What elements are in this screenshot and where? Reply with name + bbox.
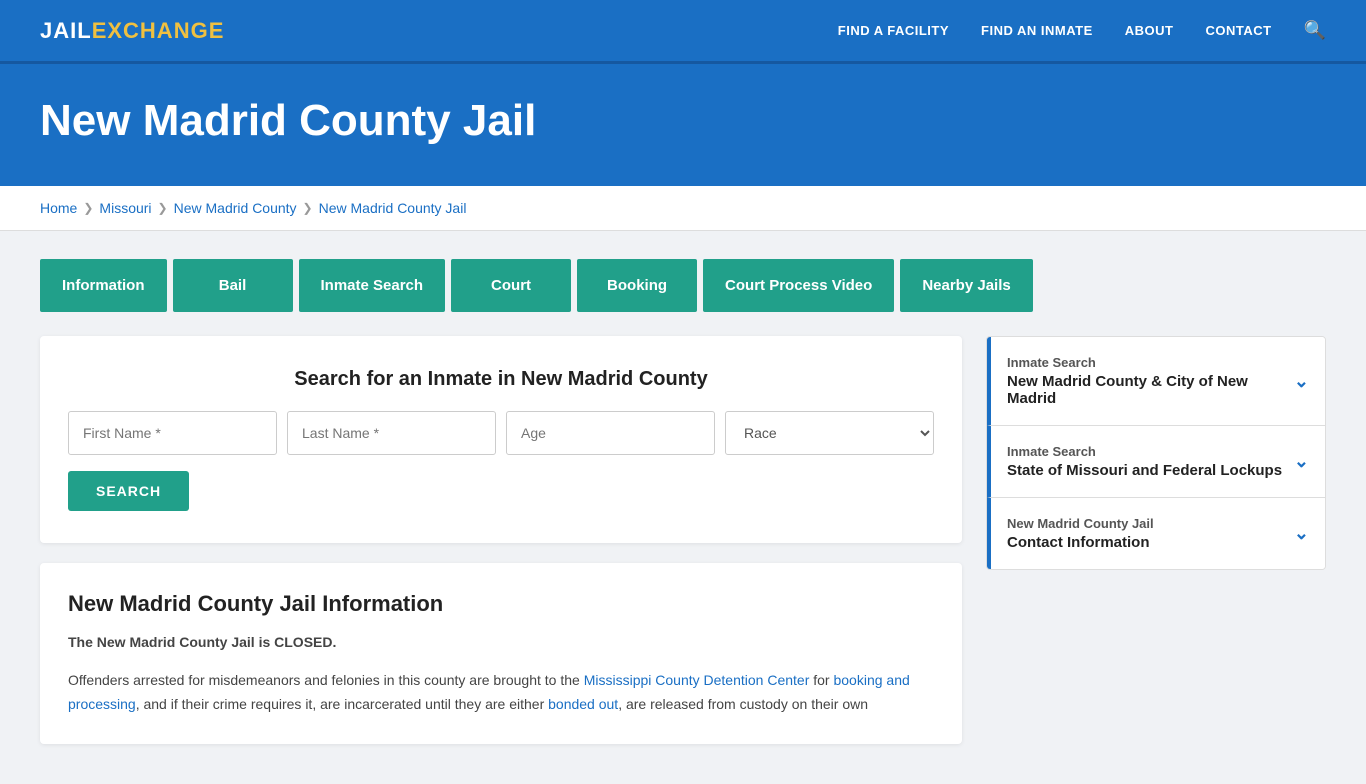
breadcrumb-sep-3: ❯	[303, 201, 313, 215]
chevron-down-icon-3: ⌄	[1294, 523, 1309, 544]
tab-nearby-jails[interactable]: Nearby Jails	[900, 259, 1032, 312]
tab-booking[interactable]: Booking	[577, 259, 697, 312]
logo-jail: JAIL	[40, 18, 92, 44]
info-card: New Madrid County Jail Information The N…	[40, 563, 962, 744]
right-item-sublabel-2: State of Missouri and Federal Lockups	[1007, 462, 1282, 479]
first-name-input[interactable]	[68, 411, 277, 455]
closed-notice: The New Madrid County Jail is CLOSED.	[68, 631, 934, 655]
search-icon[interactable]: 🔍	[1304, 20, 1326, 41]
navbar-links: FIND A FACILITY FIND AN INMATE ABOUT CON…	[838, 20, 1326, 41]
right-item-text-1: Inmate Search New Madrid County & City o…	[1007, 355, 1294, 407]
nav-contact[interactable]: CONTACT	[1205, 23, 1271, 38]
chevron-down-icon-2: ⌄	[1294, 451, 1309, 472]
search-fields: Race White Black Hispanic Asian Other	[68, 411, 934, 455]
info-body: Offenders arrested for misdemeanors and …	[68, 669, 934, 717]
search-heading: Search for an Inmate in New Madrid Count…	[68, 368, 934, 391]
nav-find-facility[interactable]: FIND A FACILITY	[838, 23, 949, 38]
right-item-label-2: Inmate Search	[1007, 444, 1282, 459]
race-select[interactable]: Race White Black Hispanic Asian Other	[725, 411, 934, 455]
right-item-inmate-search-local[interactable]: Inmate Search New Madrid County & City o…	[987, 337, 1325, 426]
tabs-bar: Information Bail Inmate Search Court Boo…	[0, 231, 1366, 312]
content-area: Search for an Inmate in New Madrid Count…	[0, 312, 1366, 784]
breadcrumb-county[interactable]: New Madrid County	[174, 200, 297, 216]
mississippi-county-link[interactable]: Mississippi County Detention Center	[584, 672, 810, 688]
breadcrumb-bar: Home ❯ Missouri ❯ New Madrid County ❯ Ne…	[0, 186, 1366, 231]
tab-inmate-search[interactable]: Inmate Search	[299, 259, 446, 312]
tab-court[interactable]: Court	[451, 259, 571, 312]
info-heading: New Madrid County Jail Information	[68, 591, 934, 617]
right-item-contact-info[interactable]: New Madrid County Jail Contact Informati…	[987, 498, 1325, 569]
tab-court-process-video[interactable]: Court Process Video	[703, 259, 894, 312]
right-item-label-3: New Madrid County Jail	[1007, 516, 1154, 531]
chevron-down-icon-1: ⌄	[1294, 371, 1309, 392]
breadcrumb-home[interactable]: Home	[40, 200, 77, 216]
breadcrumb-sep-1: ❯	[83, 201, 93, 215]
age-input[interactable]	[506, 411, 715, 455]
hero-section: New Madrid County Jail	[0, 64, 1366, 186]
site-logo[interactable]: JAIL EXCHANGE	[40, 18, 224, 44]
breadcrumb-sep-2: ❯	[158, 201, 168, 215]
left-panel: Search for an Inmate in New Madrid Count…	[40, 336, 962, 744]
last-name-input[interactable]	[287, 411, 496, 455]
logo-exchange: EXCHANGE	[92, 18, 225, 44]
breadcrumb-current: New Madrid County Jail	[319, 200, 467, 216]
right-item-sublabel-3: Contact Information	[1007, 534, 1154, 551]
breadcrumb: Home ❯ Missouri ❯ New Madrid County ❯ Ne…	[40, 200, 1326, 216]
bonded-out-link[interactable]: bonded out	[548, 696, 618, 712]
search-card: Search for an Inmate in New Madrid Count…	[40, 336, 962, 543]
navbar: JAIL EXCHANGE FIND A FACILITY FIND AN IN…	[0, 0, 1366, 64]
breadcrumb-missouri[interactable]: Missouri	[99, 200, 151, 216]
nav-find-inmate[interactable]: FIND AN INMATE	[981, 23, 1093, 38]
right-item-label-1: Inmate Search	[1007, 355, 1294, 370]
right-panel: Inmate Search New Madrid County & City o…	[986, 336, 1326, 570]
search-button[interactable]: SEARCH	[68, 471, 189, 511]
right-item-inmate-search-state[interactable]: Inmate Search State of Missouri and Fede…	[987, 426, 1325, 498]
nav-about[interactable]: ABOUT	[1125, 23, 1174, 38]
tab-information[interactable]: Information	[40, 259, 167, 312]
page-title: New Madrid County Jail	[40, 96, 1326, 146]
right-item-sublabel-1: New Madrid County & City of New Madrid	[1007, 373, 1294, 407]
tab-bail[interactable]: Bail	[173, 259, 293, 312]
right-item-text-3: New Madrid County Jail Contact Informati…	[1007, 516, 1154, 551]
right-item-text-2: Inmate Search State of Missouri and Fede…	[1007, 444, 1282, 479]
tabs: Information Bail Inmate Search Court Boo…	[40, 259, 1326, 312]
